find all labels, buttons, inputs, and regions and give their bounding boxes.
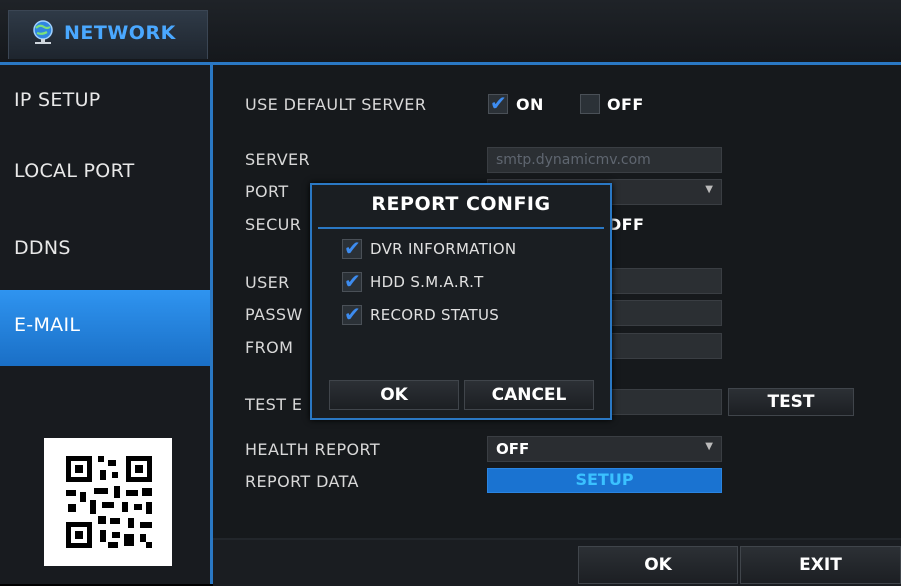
sidebar-item-label: DDNS [14,237,71,259]
record-status-label: RECORD STATUS [370,306,500,324]
sidebar-item-local-port[interactable]: LOCAL PORT [0,136,210,212]
sidebar-item-label: E-MAIL [14,314,81,336]
health-report-value: OFF [496,440,530,458]
dvr-information-label: DVR INFORMATION [370,240,517,258]
report-data-label: REPORT DATA [245,472,359,491]
dialog-cancel-button[interactable]: CANCEL [464,380,594,410]
security-label: SECUR [245,215,302,234]
hdd-smart-label: HDD S.M.A.R.T [370,273,484,291]
qr-code [44,438,172,566]
security-off-label: DFF [608,215,645,234]
hdd-smart-checkbox[interactable] [342,269,362,293]
globe-network-icon [33,20,53,44]
sidebar-item-ip-setup[interactable]: IP SETUP [0,65,210,141]
network-settings-screen: NETWORK IP SETUP LOCAL PORT DDNS E-MAIL [0,0,901,586]
server-field[interactable]: smtp.dynamicmv.com [487,147,722,173]
user-label: USER [245,273,290,292]
ok-button[interactable]: OK [578,546,738,584]
from-label: FROM [245,338,294,357]
health-report-select[interactable]: OFF ▼ [487,436,722,462]
sidebar-item-email[interactable]: E-MAIL [0,290,210,366]
test-button[interactable]: TEST [728,388,854,416]
exit-button[interactable]: EXIT [740,546,901,584]
default-server-off-checkbox[interactable] [580,94,600,114]
server-value: smtp.dynamicmv.com [496,152,651,168]
chevron-down-icon: ▼ [705,184,713,195]
off-label: OFF [607,95,644,114]
record-status-checkbox[interactable] [342,302,362,326]
dialog-divider [318,227,604,229]
test-email-label: TEST E [245,395,303,414]
title-bar: NETWORK [0,0,901,65]
qr-code-icon [66,456,152,548]
report-config-dialog: REPORT CONFIG DVR INFORMATION HDD S.M.A.… [310,183,612,420]
health-report-label: HEALTH REPORT [245,440,381,459]
default-server-on-checkbox[interactable] [488,91,508,115]
sidebar-item-label: IP SETUP [14,89,101,111]
sidebar-item-ddns[interactable]: DDNS [0,213,210,289]
dialog-title: REPORT CONFIG [371,193,551,215]
setup-button[interactable]: SETUP [487,468,722,493]
on-label: ON [516,95,544,114]
server-label: SERVER [245,150,311,169]
use-default-server-label: USE DEFAULT SERVER [245,95,427,114]
chevron-down-icon: ▼ [705,441,713,452]
window-title: NETWORK [64,22,176,44]
port-label: PORT [245,182,289,201]
sidebar-item-label: LOCAL PORT [14,160,135,182]
dialog-ok-button[interactable]: OK [329,380,459,410]
dvr-information-checkbox[interactable] [342,236,362,260]
password-label: PASSW [245,305,303,324]
